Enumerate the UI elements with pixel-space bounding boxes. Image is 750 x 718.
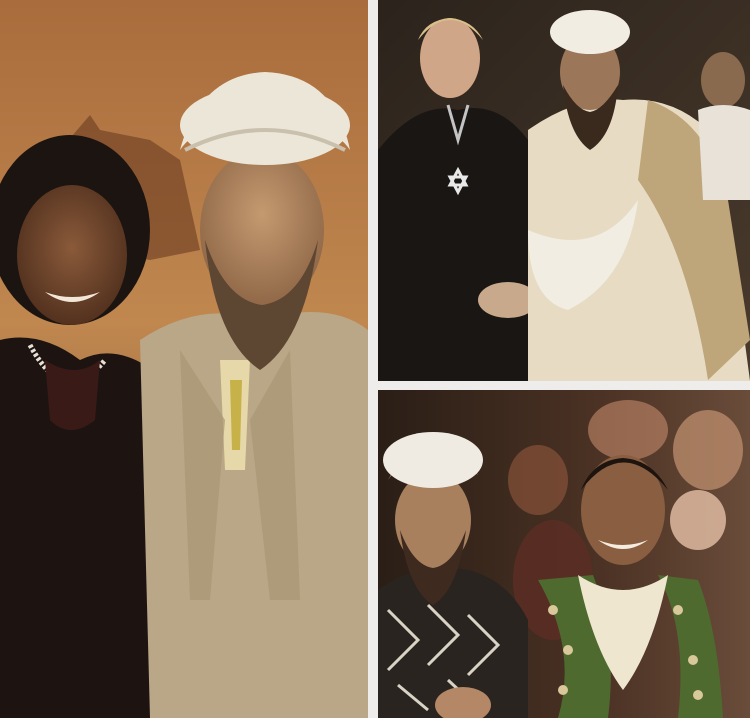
woman-face xyxy=(420,18,480,98)
photo-collage xyxy=(0,0,750,718)
photo-top-right-panel xyxy=(378,0,750,381)
photo-bottom-right-image xyxy=(378,390,750,718)
man-suit xyxy=(140,312,368,718)
photo-top-right-image xyxy=(378,0,750,381)
photo-bottom-right-panel xyxy=(378,390,750,718)
photo-left-image xyxy=(0,0,368,718)
woman-outfit xyxy=(378,108,538,381)
photo-left-panel xyxy=(0,0,368,718)
woman-face xyxy=(17,185,127,325)
